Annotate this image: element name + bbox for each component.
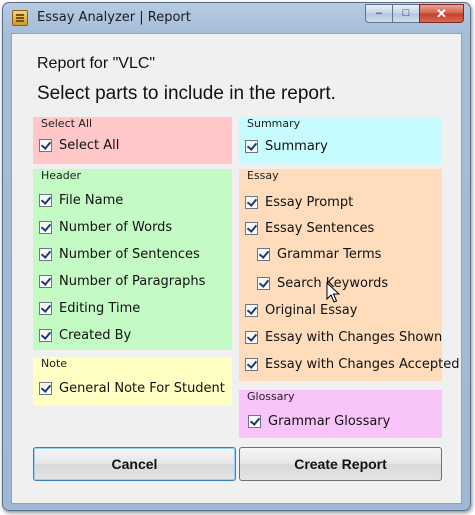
window-title: Essay Analyzer | Report (37, 10, 191, 25)
close-button[interactable]: ✕ (419, 4, 464, 23)
select-all-group-title: Select All (41, 117, 93, 130)
checkbox-label: Created By (59, 327, 132, 343)
header-group: Header File Name Number of Words Number … (33, 169, 232, 350)
checkbox-box[interactable] (245, 330, 258, 344)
essay-changes-shown-checkbox[interactable]: Essay with Changes Shown (245, 328, 442, 346)
essay-prompt-checkbox[interactable]: Essay Prompt (245, 193, 353, 211)
created-by-checkbox[interactable]: Created By (39, 326, 131, 344)
note-group-title: Note (41, 357, 68, 370)
mouse-cursor-icon (326, 282, 340, 303)
number-of-sentences-checkbox[interactable]: Number of Sentences (39, 245, 200, 263)
create-report-button[interactable]: Create Report (239, 447, 442, 481)
header-group-title: Header (41, 169, 82, 182)
summary-checkbox[interactable]: Summary (245, 137, 328, 155)
checkbox-box[interactable] (39, 381, 52, 395)
number-of-words-checkbox[interactable]: Number of Words (39, 218, 172, 236)
checkbox-box[interactable] (248, 414, 261, 428)
essay-changes-accepted-checkbox[interactable]: Essay with Changes Accepted (245, 355, 460, 373)
checkbox-label: General Note For Student (59, 380, 225, 396)
essay-group-title: Essay (247, 169, 279, 182)
checkbox-box[interactable] (245, 303, 258, 317)
checkbox-label: Summary (265, 138, 328, 154)
checkbox-label: Grammar Terms (277, 246, 382, 262)
checkbox-label: Number of Words (59, 219, 173, 235)
checkbox-box[interactable] (39, 247, 52, 261)
summary-group: Summary Summary (239, 117, 442, 164)
search-keywords-checkbox[interactable]: Search Keywords (257, 274, 388, 292)
minimize-button[interactable]: – (365, 4, 392, 23)
checkbox-label: Editing Time (59, 300, 141, 316)
essay-group: Essay Essay Prompt Essay Sentences Gramm… (239, 169, 460, 381)
checkbox-box[interactable] (245, 195, 258, 209)
general-note-checkbox[interactable]: General Note For Student (39, 379, 225, 397)
checkbox-box[interactable] (39, 220, 52, 234)
checkbox-box[interactable] (39, 328, 52, 342)
checkbox-box[interactable] (39, 193, 52, 207)
file-name-checkbox[interactable]: File Name (39, 191, 123, 209)
checkbox-label: Essay Prompt (265, 194, 354, 210)
report-dialog-window: Essay Analyzer | Report – □ ✕ Report for… (2, 2, 471, 511)
checkbox-label: Essay with Changes Accepted (265, 356, 460, 372)
checkbox-label: Essay with Changes Shown (265, 329, 443, 345)
checkbox-box[interactable] (245, 357, 258, 371)
editing-time-checkbox[interactable]: Editing Time (39, 299, 140, 317)
checkbox-label: Essay Sentences (265, 220, 375, 236)
original-essay-checkbox[interactable]: Original Essay (245, 301, 357, 319)
title-bar[interactable]: Essay Analyzer | Report – □ ✕ (3, 3, 470, 31)
note-group: Note General Note For Student (33, 357, 232, 405)
checkbox-box[interactable] (245, 221, 258, 235)
essay-sentences-checkbox[interactable]: Essay Sentences (245, 219, 374, 237)
summary-group-title: Summary (247, 117, 301, 130)
checkbox-label: File Name (59, 192, 124, 208)
checkbox-label: Number of Sentences (59, 246, 200, 262)
cancel-button[interactable]: Cancel (33, 447, 236, 481)
checkbox-label: Number of Paragraphs (59, 273, 206, 289)
checkbox-box[interactable] (39, 274, 52, 288)
app-icon (12, 10, 28, 26)
checkbox-box[interactable] (257, 247, 270, 261)
checkbox-label: Select All (59, 137, 120, 153)
select-all-checkbox[interactable]: Select All (39, 136, 119, 154)
checkbox-label: Original Essay (265, 302, 358, 318)
select-all-group: Select All Select All (33, 117, 232, 164)
checkbox-box[interactable] (39, 301, 52, 315)
grammar-terms-checkbox[interactable]: Grammar Terms (257, 245, 381, 263)
checkbox-box[interactable] (245, 139, 258, 153)
caption-buttons: – □ ✕ (365, 4, 464, 23)
checkbox-box[interactable] (39, 138, 52, 152)
report-for-label: Report for "VLC" (37, 55, 156, 72)
instruction-label: Select parts to include in the report. (37, 83, 336, 104)
dialog-body: Report for "VLC" Select parts to include… (11, 33, 462, 504)
glossary-group-title: Glossary (247, 390, 295, 403)
number-of-paragraphs-checkbox[interactable]: Number of Paragraphs (39, 272, 205, 290)
glossary-group: Glossary Grammar Glossary (239, 390, 442, 438)
grammar-glossary-checkbox[interactable]: Grammar Glossary (248, 412, 390, 430)
checkbox-label: Grammar Glossary (268, 413, 391, 429)
checkbox-box[interactable] (257, 276, 270, 290)
maximize-button[interactable]: □ (392, 4, 419, 23)
